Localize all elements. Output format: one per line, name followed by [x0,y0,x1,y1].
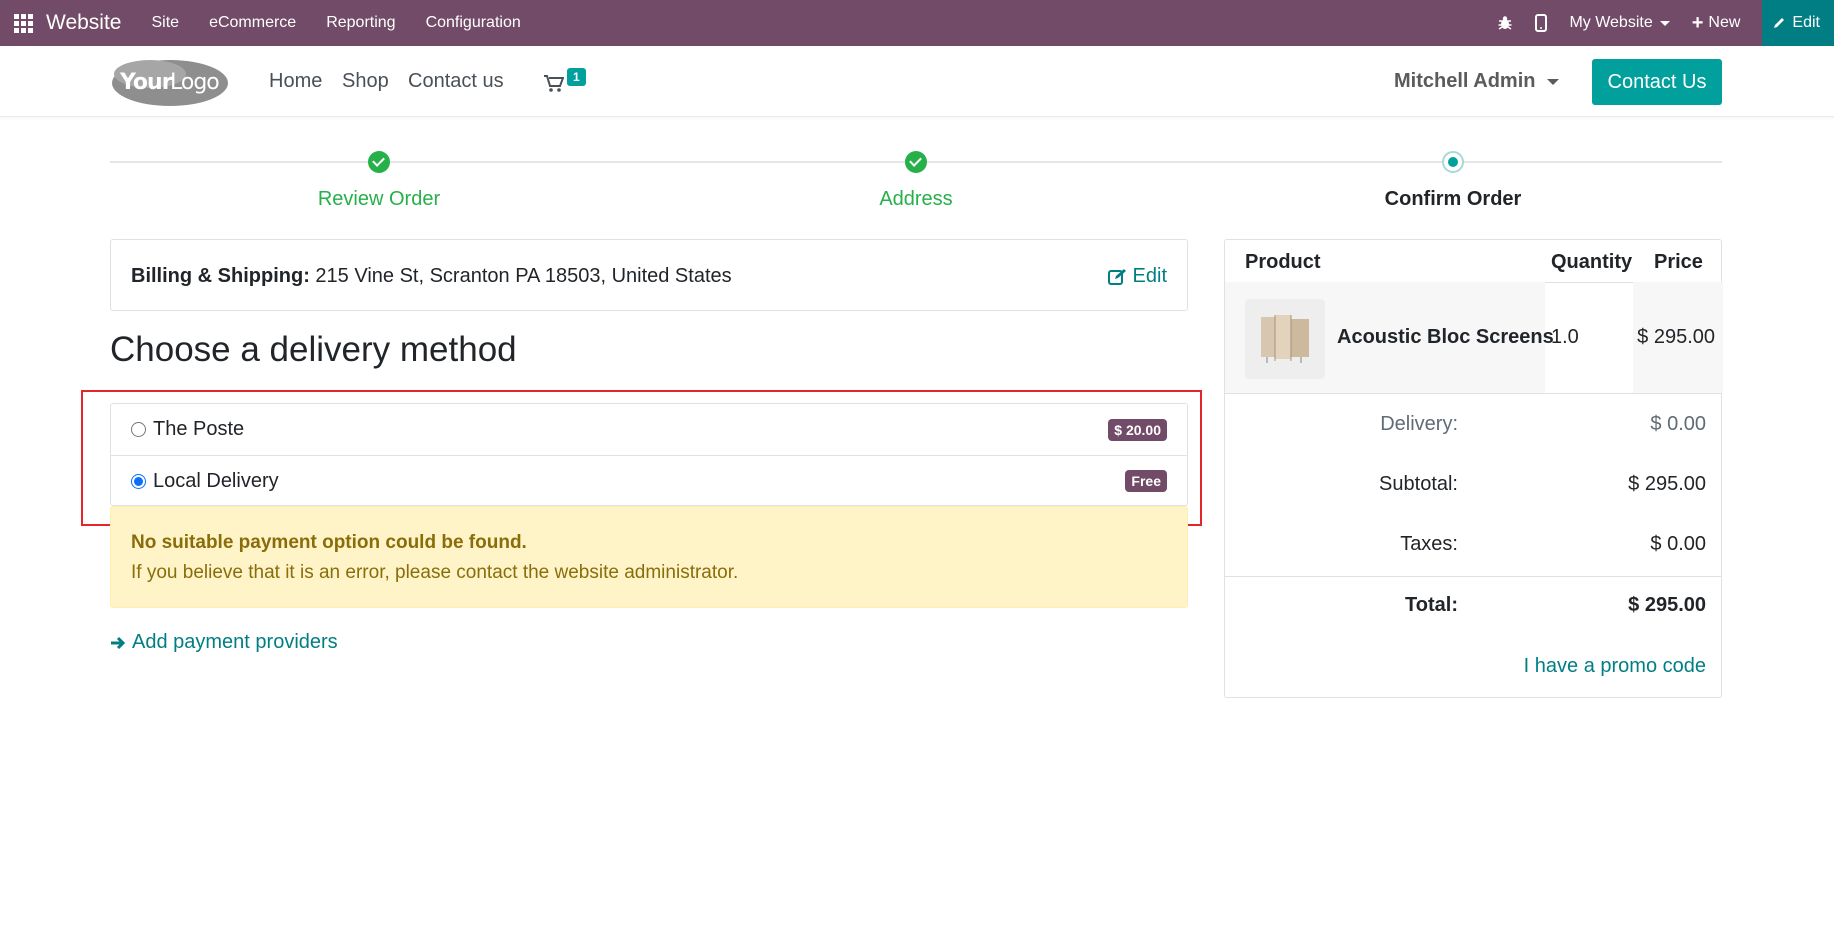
menu-reporting[interactable]: Reporting [326,14,395,32]
admin-bar: Website Site eCommerce Reporting Configu… [0,0,1834,46]
svg-text:Logo: Logo [170,70,219,95]
step-confirm-order: Confirm Order [1384,188,1522,210]
step-review-order[interactable]: Review Order [229,188,529,211]
user-name: Mitchell Admin [1394,70,1536,92]
edit-address-link[interactable]: Edit [1107,265,1167,288]
user-menu[interactable]: Mitchell Admin [1394,70,1560,93]
alert-title: No suitable payment option could be foun… [131,532,527,553]
mobile-preview-icon[interactable] [1535,14,1548,32]
step-review-check-icon [368,151,390,173]
product-image[interactable] [1245,299,1325,379]
alert-message: If you believe that it is an error, plea… [131,562,739,583]
taxes-label: Taxes: [1400,533,1458,555]
pencil-icon [1774,18,1785,28]
subtotal-label: Subtotal: [1379,473,1458,495]
chevron-down-icon [1659,20,1670,26]
billing-label: Billing & Shipping: [131,265,310,287]
edit-button[interactable]: Edit [1762,0,1834,46]
website-selector[interactable]: My Website [1569,14,1670,32]
product-quantity: 1.0 [1551,326,1579,348]
nav-contact-us[interactable]: Contact us [408,70,504,93]
delivery-radio-the-poste[interactable] [131,422,146,437]
order-summary: Product Quantity Price Acoustic Bloc Scr… [1224,239,1723,698]
delivery-option-name: The Poste [153,418,245,440]
apps-menu-icon[interactable] [0,0,46,46]
divider [1225,393,1721,394]
delivery-value: $ 0.00 [1650,413,1706,435]
delivery-options-list: The Poste $ 20.00 Local Delivery Free [110,403,1188,506]
step-address[interactable]: Address [766,188,1066,211]
new-button[interactable]: + New [1692,12,1741,35]
admin-bar-right: My Website + New Edit [1497,0,1834,46]
delivery-option-name: Local Delivery [153,469,279,492]
step-confirm-dot-icon [1442,151,1464,173]
add-payment-providers-label: Add payment providers [132,631,338,653]
site-logo[interactable]: Your Logo [110,56,229,108]
payment-warning-alert: No suitable payment option could be foun… [110,506,1188,608]
delivery-option-the-poste[interactable]: The Poste $ 20.00 [111,404,1187,455]
chevron-down-icon [1547,78,1560,85]
edit-button-label: Edit [1792,14,1820,31]
website-selector-label: My Website [1569,14,1653,31]
cart-count-badge: 1 [567,68,586,86]
edit-address-label: Edit [1132,265,1167,287]
delivery-label: Delivery: [1380,413,1458,435]
menu-ecommerce[interactable]: eCommerce [209,14,296,32]
contact-us-button[interactable]: Contact Us [1592,59,1722,105]
column-header-product: Product [1245,251,1321,273]
debug-bug-icon[interactable] [1497,15,1513,31]
arrow-right-icon [111,636,126,649]
billing-shipping-card: Billing & Shipping: 215 Vine St, Scranto… [110,239,1188,311]
new-button-label: New [1708,14,1741,31]
delivery-price-badge: Free [1125,470,1167,492]
delivery-price-badge: $ 20.00 [1108,418,1167,441]
add-payment-providers-link[interactable]: Add payment providers [110,631,338,654]
step-address-check-icon [905,151,927,173]
site-header: Your Logo Home Shop Contact us 1 Mitchel… [0,46,1834,117]
column-header-quantity: Quantity [1551,251,1633,273]
menu-configuration[interactable]: Configuration [426,14,521,32]
menu-site[interactable]: Site [151,14,179,32]
divider [1225,576,1721,577]
nav-home[interactable]: Home [269,70,322,93]
promo-code-link[interactable]: I have a promo code [1524,655,1706,678]
svg-text:Your: Your [119,70,173,95]
billing-address: Billing & Shipping: 215 Vine St, Scranto… [131,265,732,288]
column-header-price: Price [1654,251,1703,273]
product-price: $ 295.00 [1637,326,1715,348]
delivery-option-local-delivery[interactable]: Local Delivery Free [111,455,1187,506]
total-value: $ 295.00 [1628,594,1706,616]
total-label: Total: [1405,594,1458,616]
edit-icon [1107,268,1126,285]
nav-shop[interactable]: Shop [342,70,389,93]
billing-address-value: 215 Vine St, Scranton PA 18503, United S… [315,265,732,287]
plus-icon: + [1691,11,1704,34]
subtotal-value: $ 295.00 [1628,473,1706,495]
delivery-radio-local-delivery[interactable] [131,473,146,489]
order-line: Acoustic Bloc Screens 1.0 $ 295.00 [1225,282,1723,393]
product-name[interactable]: Acoustic Bloc Screens [1337,326,1554,349]
admin-brand[interactable]: Website [46,11,121,35]
cart-icon [544,75,564,92]
cart-link[interactable]: 1 [544,68,594,98]
taxes-value: $ 0.00 [1650,533,1706,555]
delivery-method-heading: Choose a delivery method [110,330,517,369]
